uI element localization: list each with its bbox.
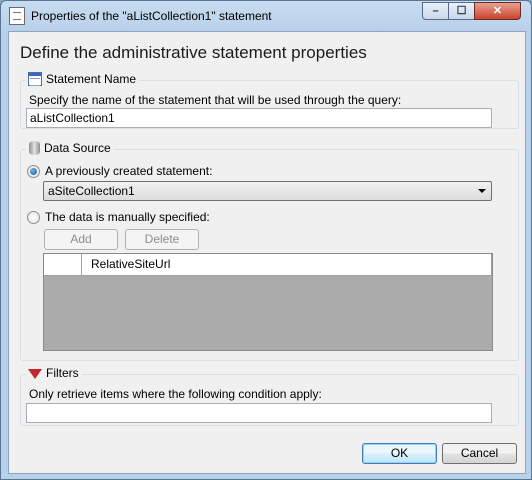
filters-title-label: Filters <box>46 366 79 380</box>
statement-name-title-label: Statement Name <box>46 72 137 86</box>
manual-data-label[interactable]: The data is manually specified: <box>45 210 210 224</box>
cancel-button[interactable]: Cancel <box>442 443 517 464</box>
previous-statement-radio[interactable] <box>27 165 40 178</box>
minimize-button[interactable]: – <box>422 2 449 20</box>
statement-name-group-title: Statement Name <box>26 72 140 86</box>
page-title: Define the administrative statement prop… <box>20 43 367 62</box>
dialog-body: Define the administrative statement prop… <box>8 31 526 474</box>
close-button[interactable]: ✕ <box>474 2 521 20</box>
table-icon <box>28 72 42 86</box>
database-icon <box>29 141 40 155</box>
data-source-group-title: Data Source <box>26 141 114 155</box>
filters-description: Only retrieve items where the following … <box>29 387 322 401</box>
filter-condition-input[interactable] <box>26 403 492 423</box>
previous-statement-label[interactable]: A previously created statement: <box>45 164 212 178</box>
data-source-title-label: Data Source <box>44 141 111 155</box>
statement-select-value: aSiteCollection1 <box>48 184 135 198</box>
chevron-down-icon[interactable] <box>478 189 486 193</box>
maximize-button[interactable]: ☐ <box>448 2 475 20</box>
statement-name-description: Specify the name of the statement that w… <box>29 93 402 107</box>
filters-group-title: Filters <box>26 366 82 380</box>
statement-name-input[interactable]: aListCollection1 <box>26 108 492 128</box>
statement-select[interactable]: aSiteCollection1 <box>43 181 492 201</box>
manual-data-grid[interactable]: RelativeSiteUrl <box>43 253 493 351</box>
manual-data-radio[interactable] <box>27 211 40 224</box>
dialog-window: Properties of the "aListCollection1" sta… <box>0 0 532 480</box>
window-title: Properties of the "aListCollection1" sta… <box>31 9 272 23</box>
filter-icon <box>28 369 42 379</box>
title-bar[interactable]: Properties of the "aListCollection1" sta… <box>1 1 531 31</box>
delete-button[interactable]: Delete <box>125 229 199 250</box>
add-button[interactable]: Add <box>44 229 118 250</box>
document-icon[interactable] <box>9 7 25 25</box>
grid-row-header[interactable] <box>44 254 82 275</box>
grid-header-row: RelativeSiteUrl <box>44 254 492 276</box>
ok-button[interactable]: OK <box>362 443 437 464</box>
grid-column-header[interactable]: RelativeSiteUrl <box>82 254 492 275</box>
